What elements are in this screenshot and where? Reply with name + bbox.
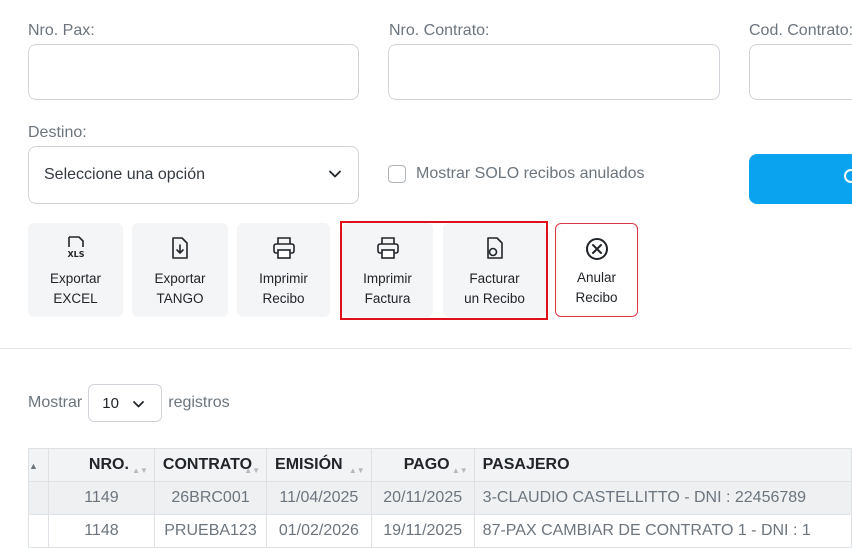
header-contrato[interactable]: CONTRATO ▲▼ <box>153 448 268 482</box>
print-receipt-button[interactable]: Imprimir Recibo <box>237 223 330 317</box>
header-control[interactable]: ▲ <box>28 448 49 482</box>
header-nro[interactable]: NRO. ▲▼ <box>47 448 155 482</box>
search-icon <box>844 169 852 183</box>
highlight-box <box>340 221 548 320</box>
export-excel-label-1: Exportar <box>49 271 102 286</box>
header-pago[interactable]: PAGO ▲▼ <box>370 448 475 482</box>
export-tango-label-1: Exportar <box>154 271 206 286</box>
cell-pago: 20/11/2025 <box>370 481 475 515</box>
print-receipt-label-1: Imprimir <box>259 271 308 286</box>
nro-pax-label: Nro. Pax: <box>28 22 95 39</box>
cell-emision: 01/02/2026 <box>266 514 372 548</box>
export-excel-button[interactable]: XLS Exportar EXCEL <box>28 223 123 317</box>
destino-select-value: Seleccione una opción <box>44 166 206 183</box>
cell-nro: 1148 <box>47 514 155 548</box>
solo-anulados-checkbox[interactable]: Mostrar SOLO recibos anulados <box>388 165 645 183</box>
cancel-receipt-button[interactable]: Anular Recibo <box>555 223 638 317</box>
checkbox-box[interactable] <box>388 165 406 183</box>
xls-icon: XLS <box>67 236 84 259</box>
printer-icon <box>272 237 295 259</box>
destino-select[interactable]: Seleccione una opción <box>28 146 359 204</box>
export-tango-button[interactable]: Exportar TANGO <box>132 223 228 317</box>
cell-contrato: PRUEBA123 <box>153 514 268 548</box>
page-length-control: Mostrar 10 registros <box>28 384 230 422</box>
search-button[interactable] <box>749 154 852 204</box>
table-header-row: ▲ NRO. ▲▼ CONTRATO ▲▼ EMISIÓN ▲▼ PAGO ▲▼ PAS… <box>28 448 852 482</box>
cell-pasajero: 87-PAX CAMBIAR DE CONTRATO 1 - DNI : 1 <box>473 514 852 548</box>
header-emision[interactable]: EMISIÓN ▲▼ <box>266 448 372 482</box>
table-row[interactable]: 1148 PRUEBA123 01/02/2026 19/11/2025 87-… <box>28 514 852 548</box>
cod-contrato-input[interactable] <box>749 44 852 100</box>
chevron-down-icon <box>133 401 145 408</box>
page-length-select[interactable]: 10 <box>88 384 163 422</box>
cell-pasajero: 3-CLAUDIO CASTELLITTO - DNI : 22456789 <box>473 481 852 515</box>
divider <box>0 348 852 349</box>
export-tango-label-2: TANGO <box>156 291 204 306</box>
nro-contrato-label: Nro. Contrato: <box>389 22 490 39</box>
table-row[interactable]: 1149 26BRC001 11/04/2025 20/11/2025 3-CL… <box>28 481 852 515</box>
length-suffix: registros <box>168 394 230 411</box>
cancel-receipt-label-2: Recibo <box>575 290 618 305</box>
row-control <box>28 514 49 548</box>
x-circle-icon <box>585 238 608 260</box>
row-control <box>28 481 49 515</box>
cod-contrato-label: Cod. Contrato: <box>749 22 852 39</box>
cancel-receipt-label-1: Anular <box>576 270 617 285</box>
length-prefix: Mostrar <box>28 394 83 411</box>
export-excel-label-2: EXCEL <box>53 291 98 306</box>
destino-label: Destino: <box>28 124 87 141</box>
cell-emision: 11/04/2025 <box>266 481 372 515</box>
file-download-icon <box>172 237 188 259</box>
chevron-down-icon <box>329 170 341 178</box>
cell-nro: 1149 <box>47 481 155 515</box>
cell-contrato: 26BRC001 <box>153 481 268 515</box>
svg-text:XLS: XLS <box>67 250 84 259</box>
print-receipt-label-2: Recibo <box>262 291 305 306</box>
nro-pax-input[interactable] <box>28 44 359 100</box>
header-pasajero[interactable]: PASAJERO <box>473 448 852 482</box>
cell-pago: 19/11/2025 <box>370 514 475 548</box>
receipts-table: ▲ NRO. ▲▼ CONTRATO ▲▼ EMISIÓN ▲▼ PAGO ▲▼ PAS… <box>28 448 852 548</box>
solo-anulados-label: Mostrar SOLO recibos anulados <box>416 165 645 182</box>
nro-contrato-input[interactable] <box>388 44 720 100</box>
page-length-value: 10 <box>102 394 119 412</box>
